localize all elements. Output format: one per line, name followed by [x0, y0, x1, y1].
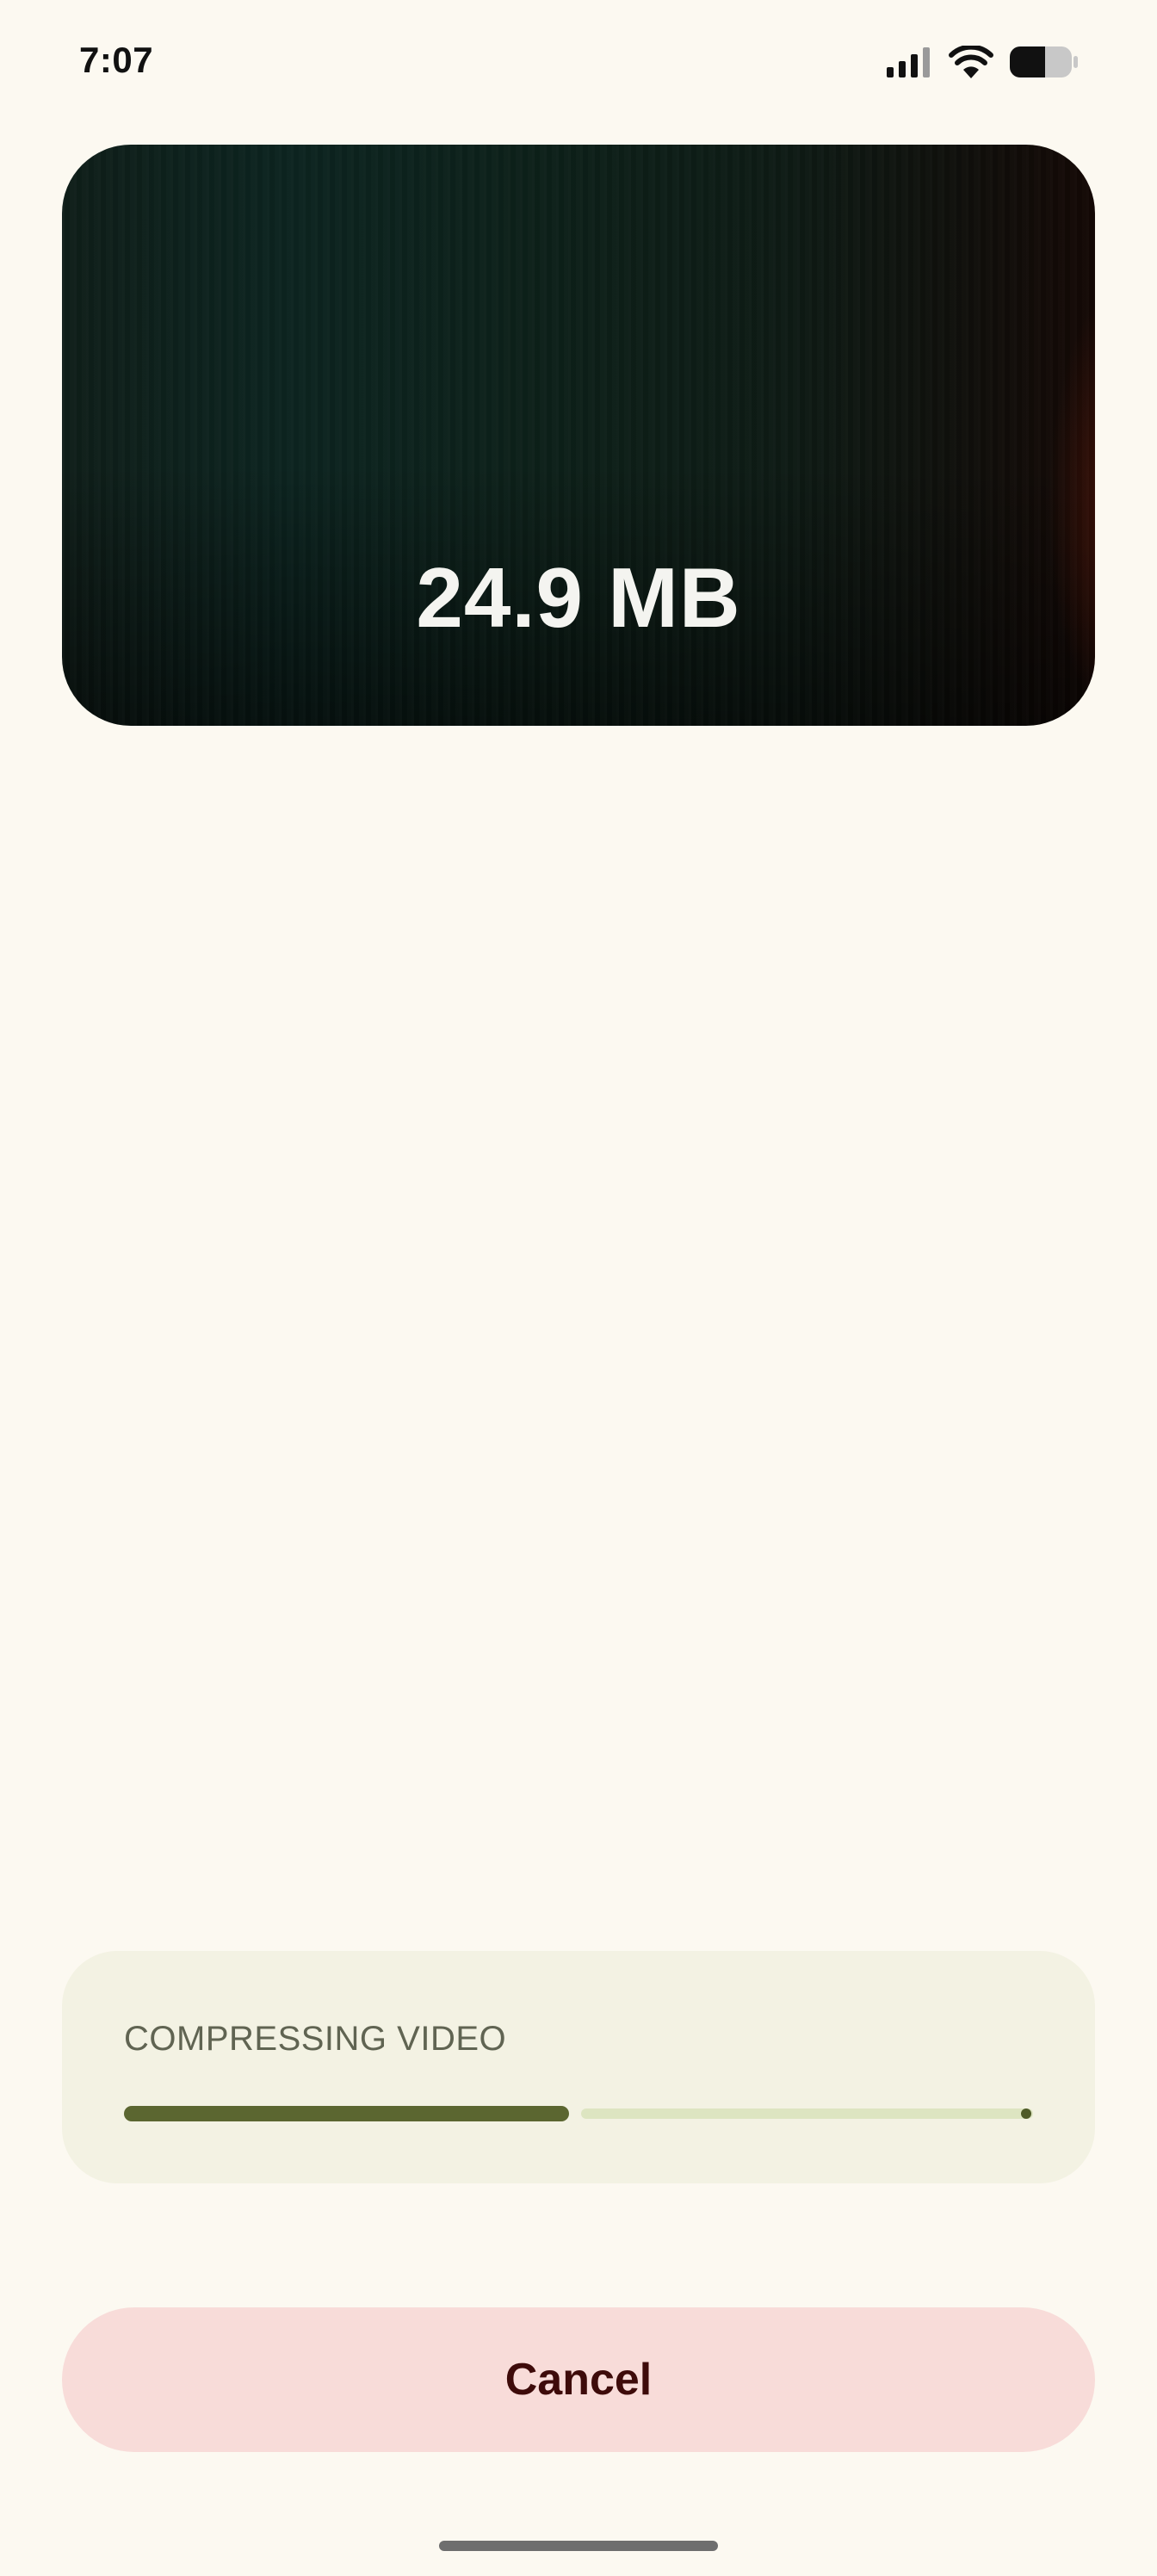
progress-fill: [124, 2106, 569, 2121]
cancel-button[interactable]: Cancel: [62, 2307, 1095, 2452]
signal-icon: [887, 47, 930, 77]
battery-icon: [1010, 46, 1078, 77]
status-bar: 7:07: [0, 0, 1157, 129]
compression-progress-card: COMPRESSING VIDEO: [62, 1951, 1095, 2183]
status-icons: [885, 45, 1078, 79]
compression-status-label: COMPRESSING VIDEO: [124, 2020, 507, 2058]
progress-remaining-track: [581, 2108, 1033, 2119]
video-preview[interactable]: 24.9 MB: [62, 145, 1095, 726]
wifi-icon: [949, 46, 993, 78]
progress-bar: [124, 2106, 1033, 2121]
progress-stop-indicator: [1021, 2108, 1031, 2119]
home-indicator[interactable]: [439, 2541, 718, 2551]
cancel-button-label: Cancel: [504, 2355, 653, 2405]
status-time: 7:07: [79, 40, 154, 80]
file-size-label: 24.9 MB: [416, 550, 741, 645]
